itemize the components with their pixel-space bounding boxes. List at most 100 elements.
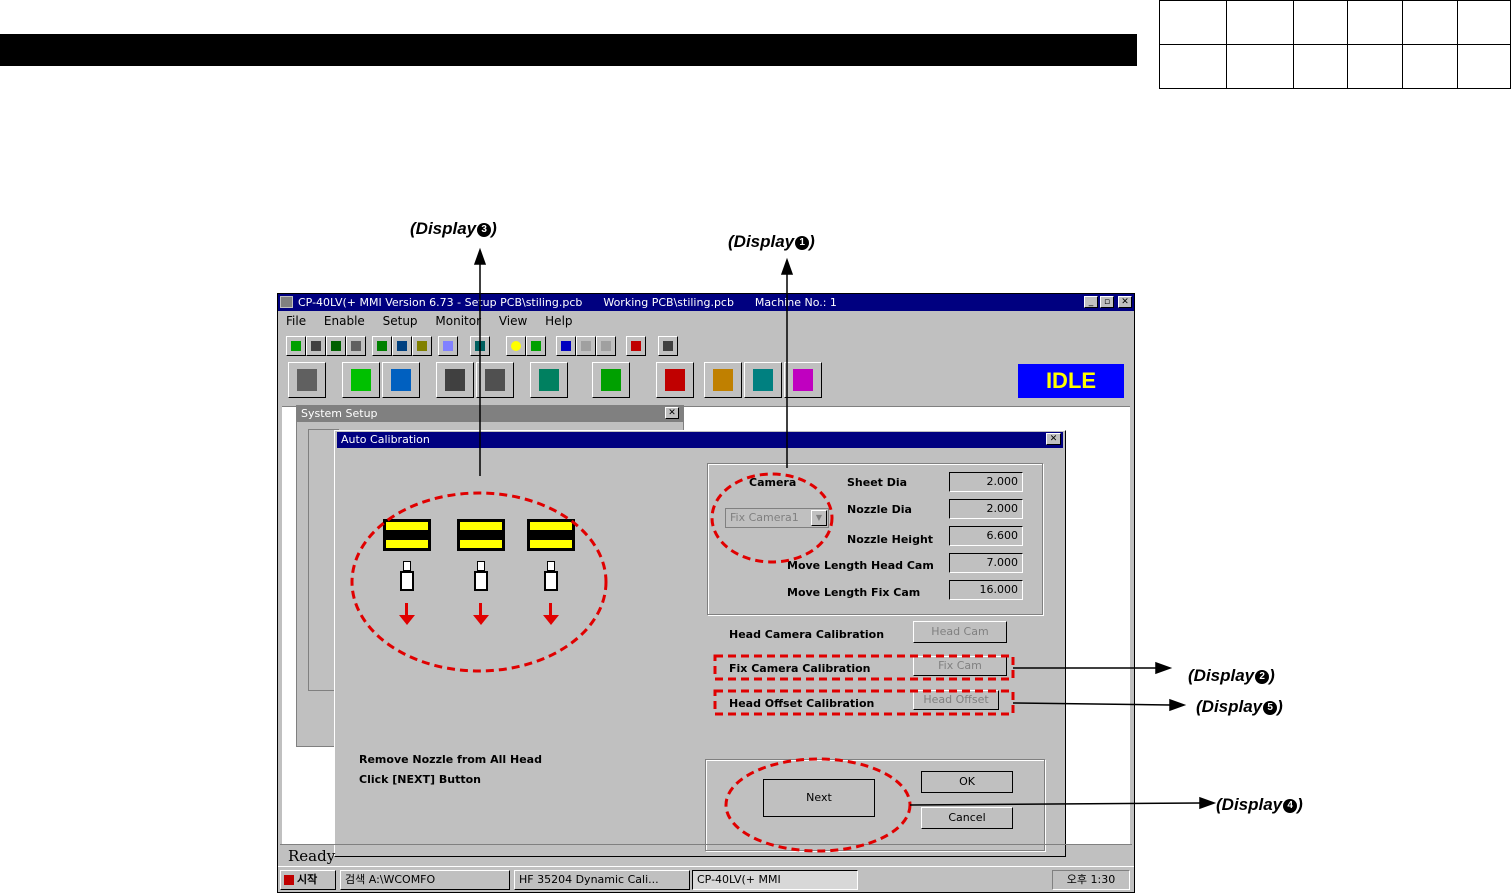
camera-select[interactable]: Fix Camera1 ▼ [725,508,829,528]
display-1-mark: 1 [795,236,810,250]
machine-status-indicator: IDLE [1018,364,1124,398]
status-text: Ready [288,847,336,865]
menu-monitor[interactable]: Monitor [435,314,481,328]
smiley-icon[interactable] [506,336,526,356]
setup-icon[interactable] [382,362,420,398]
nozzle-height-field[interactable]: 6.600 [949,526,1023,546]
tool-1-icon[interactable] [372,336,392,356]
menu-view[interactable]: View [499,314,527,328]
close-button[interactable]: ✕ [1118,296,1132,308]
disabled-tool-1-icon[interactable] [576,336,596,356]
taskbar: 시작 검색 A:\WCOMFO HF 35204 Dynamic Cali...… [278,866,1134,892]
taskbar-item-document-label: HF 35204 Dynamic Cali... [519,873,659,886]
nozzle-height-label: Nozzle Height [847,533,934,546]
menu-bar: File Enable Setup Monitor View Help [278,312,1134,330]
taskbar-item-mmi[interactable]: CP-40LV(+ MMI [692,870,858,890]
tool-2-icon[interactable] [392,336,412,356]
taskbar-item-document[interactable]: HF 35204 Dynamic Cali... [514,870,690,890]
camera-select-value: Fix Camera1 [730,511,799,524]
main-title: CP-40LV(+ MMI Version 6.73 - Setup PCB\s… [298,296,837,309]
menu-help[interactable]: Help [545,314,572,328]
system-setup-close-button[interactable]: ✕ [665,407,679,419]
graph-icon[interactable] [784,362,822,398]
print-icon[interactable] [346,336,366,356]
display-3-note: (Display 3) [410,219,497,239]
disabled-tool-2-icon[interactable] [596,336,616,356]
move-length-fix-cam-field[interactable]: 16.000 [949,580,1023,600]
head-2 [457,519,505,629]
ok-button[interactable]: OK [921,771,1013,793]
menu-enable[interactable]: Enable [324,314,365,328]
fix-camera-calibration-label: Fix Camera Calibration [729,662,871,675]
tool-4-icon[interactable] [470,336,490,356]
menu-setup[interactable]: Setup [383,314,418,328]
monitor-icon[interactable] [592,362,630,398]
new-file-icon[interactable] [286,336,306,356]
head-offset-button[interactable]: Head Offset [913,690,999,710]
head-2-stem [477,561,485,571]
chevron-down-icon[interactable]: ▼ [811,510,827,526]
display-2-note: (Display 2) [1188,666,1275,686]
nozzle-icon[interactable] [436,362,474,398]
display-4-paren: ) [1297,795,1303,814]
chart-icon[interactable] [626,336,646,356]
main-title-bar[interactable]: CP-40LV(+ MMI Version 6.73 - Setup PCB\s… [278,294,1134,311]
restore-button[interactable]: ▫ [1100,296,1114,308]
head-cam-button[interactable]: Head Cam [913,621,1007,643]
head-3-arrow-down-icon [543,615,559,625]
menu-file[interactable]: File [286,314,306,328]
machine-view-icon[interactable] [744,362,782,398]
minimize-button[interactable]: _ [1084,296,1098,308]
app-icon [280,296,293,308]
head-1 [383,519,431,629]
status-bar: Ready [280,844,1132,867]
display-4-arrowhead-icon [1199,796,1217,810]
revision-table [1159,0,1511,89]
start-button[interactable]: 시작 [280,870,336,890]
machine-icon[interactable] [288,362,326,398]
taskbar-item-explorer-label: 검색 A:\WCOMFO [345,873,436,886]
display-4-label: (Display [1216,795,1283,814]
counter-icon[interactable] [656,362,694,398]
open-file-icon[interactable] [306,336,326,356]
display-5-paren: ) [1277,697,1283,716]
display-1-note: (Display 1) [728,232,815,252]
display-2-label: (Display [1188,666,1255,685]
head-1-stem [403,561,411,571]
sheet-dia-field[interactable]: 2.000 [949,472,1023,492]
display-1-arrowhead-icon [780,257,794,275]
auto-calibration-dialog: Auto Calibration ✕ Camera Fix Camera1 ▼ … [334,430,1066,857]
display-3-label: (Display [410,219,477,238]
display-5-arrowhead-icon [1169,698,1187,712]
play-icon[interactable] [526,336,546,356]
feeder-icon[interactable] [476,362,514,398]
move-length-head-cam-field[interactable]: 7.000 [949,553,1023,573]
cancel-button[interactable]: Cancel [921,807,1013,829]
camera-label: Camera [749,476,797,489]
display-5-mark: 5 [1263,701,1278,715]
display-2-paren: ) [1269,666,1275,685]
grid-icon[interactable] [438,336,458,356]
report-icon[interactable] [704,362,742,398]
pcb-icon[interactable] [342,362,380,398]
nozzle-dia-label: Nozzle Dia [847,503,912,516]
move-length-fix-cam-label: Move Length Fix Cam [787,586,921,599]
save-file-icon[interactable] [326,336,346,356]
move-length-head-cam-label: Move Length Head Cam [787,559,934,572]
tool-3-icon[interactable] [412,336,432,356]
crosshair-icon[interactable] [556,336,576,356]
auto-calibration-close-button[interactable]: ✕ [1046,433,1061,445]
nozzle-3-icon [544,571,558,591]
head-3 [527,519,575,629]
head-2-block-bottom [457,537,505,551]
next-button[interactable]: Next [763,779,875,817]
taskbar-item-explorer[interactable]: 검색 A:\WCOMFO [340,870,510,890]
instruction-line-1: Remove Nozzle from All Head [359,753,542,766]
display-4-mark: 4 [1283,799,1298,813]
nozzle-dia-field[interactable]: 2.000 [949,499,1023,519]
sheet-dia-label: Sheet Dia [847,476,908,489]
fix-cam-button[interactable]: Fix Cam [913,656,1007,676]
head-3-block-top [527,519,575,533]
help-icon[interactable] [658,336,678,356]
parts-icon[interactable] [530,362,568,398]
